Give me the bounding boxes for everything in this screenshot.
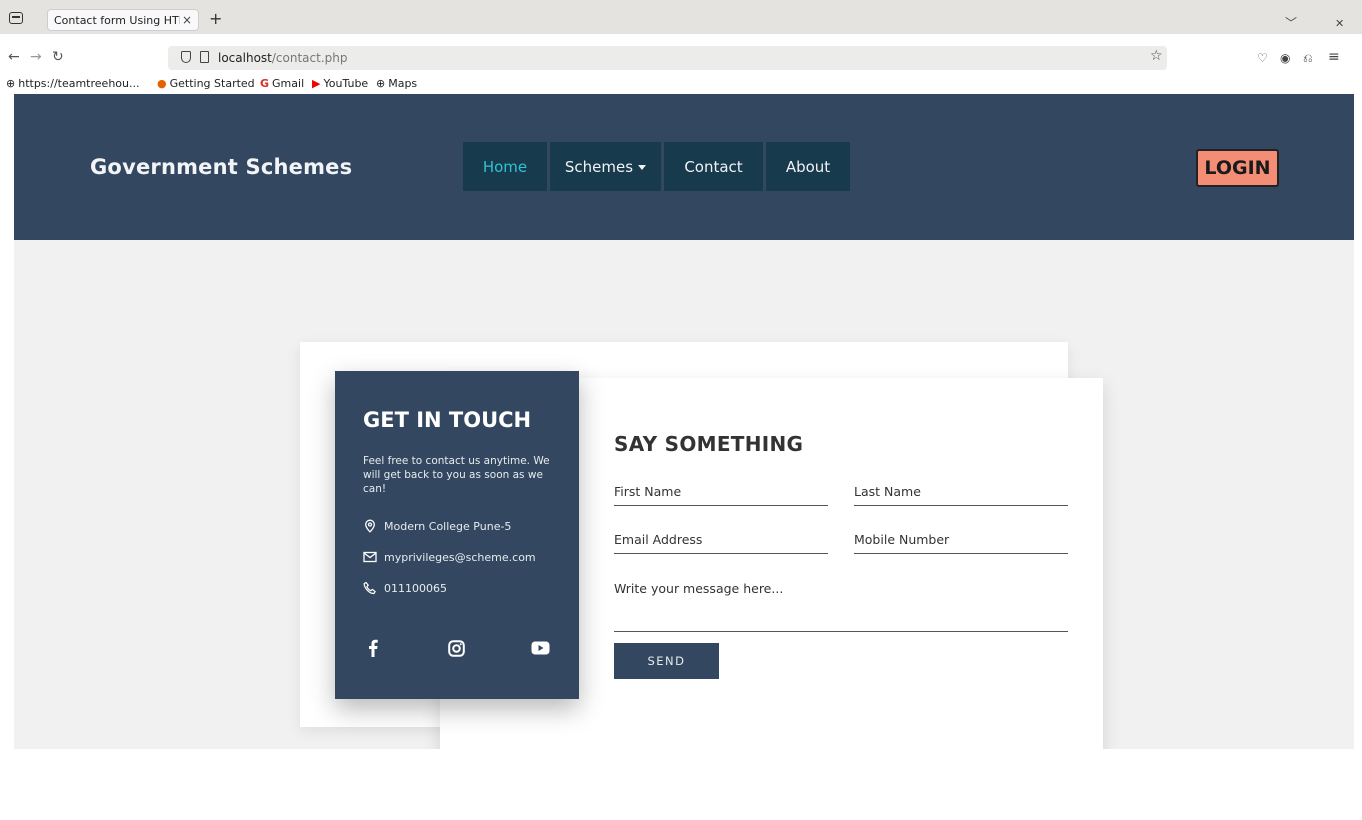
mail-icon [363, 550, 377, 564]
info-title: GET IN TOUCH [363, 408, 532, 432]
email-field[interactable]: Email Address [614, 530, 828, 554]
tab-title: Contact form Using HTML [54, 14, 180, 27]
extensions-icon[interactable]: ⎌ [1303, 51, 1313, 66]
bookmark-item[interactable]: ⊕ Maps [376, 77, 417, 90]
bookmarks-bar: ⊕ https://teamtreehou... ● Getting Started… [0, 74, 1362, 94]
login-button[interactable]: LOGIN [1196, 149, 1279, 187]
email-row: myprivileges@scheme.com [363, 550, 536, 564]
contact-info-card: GET IN TOUCH Feel free to contact us any… [335, 371, 579, 699]
bookmark-star-icon[interactable]: ☆ [1150, 48, 1163, 64]
window-close-icon[interactable]: ✕ [1335, 17, 1344, 30]
page-icon [200, 51, 209, 63]
page-viewport: Government Schemes Home Schemes Contact … [14, 94, 1354, 749]
facebook-icon[interactable] [363, 638, 383, 658]
globe-icon: ⊕ [6, 77, 16, 90]
phone-row: 011100065 [363, 581, 447, 595]
back-icon[interactable]: ← [8, 49, 20, 65]
message-placeholder: Write your message here... [614, 581, 784, 596]
youtube-icon[interactable] [530, 638, 550, 658]
address-text: Modern College Pune-5 [384, 519, 512, 533]
address-row: Modern College Pune-5 [363, 519, 511, 533]
first-name-field[interactable]: First Name [614, 482, 828, 506]
firefox-icon: ● [157, 77, 167, 90]
google-icon: G [260, 77, 270, 90]
phone-text[interactable]: 011100065 [384, 582, 447, 595]
shield-icon[interactable] [181, 51, 191, 63]
new-tab-button[interactable]: + [209, 11, 222, 27]
bookmark-item[interactable]: ▶ YouTube [312, 77, 368, 90]
browser-tab-bar: Contact form Using HTML × + ﹀ ✕ [0, 0, 1362, 34]
nav-schemes-label: Schemes [564, 157, 634, 176]
url-text[interactable]: localhost/contact.php [218, 51, 347, 65]
bookmark-item[interactable]: ⊕ https://teamtreehou... [6, 77, 139, 90]
location-pin-icon [363, 519, 377, 533]
nav-contact-label: Contact [684, 157, 743, 176]
first-name-placeholder: First Name [614, 484, 682, 499]
bookmark-item[interactable]: G Gmail [260, 77, 304, 90]
nav-home[interactable]: Home [463, 142, 547, 191]
site-brand[interactable]: Government Schemes [90, 155, 352, 179]
account-icon[interactable]: ◉ [1280, 51, 1290, 65]
mobile-field[interactable]: Mobile Number [854, 530, 1068, 554]
nav-home-label: Home [482, 157, 528, 176]
instagram-icon[interactable] [446, 638, 466, 658]
email-text[interactable]: myprivileges@scheme.com [384, 551, 536, 564]
reload-icon[interactable]: ↻ [52, 49, 64, 65]
email-placeholder: Email Address [614, 532, 703, 547]
nav-about-label: About [785, 157, 831, 176]
bookmark-item[interactable]: ● Getting Started [157, 77, 255, 90]
youtube-icon: ▶ [312, 77, 321, 90]
message-textarea[interactable]: Write your message here... [614, 577, 1068, 632]
nav-about[interactable]: About [766, 142, 850, 191]
tab-list-icon[interactable] [9, 12, 23, 24]
chevron-down-icon[interactable]: ﹀ [1285, 14, 1297, 31]
nav-contact[interactable]: Contact [664, 142, 763, 191]
site-header: Government Schemes Home Schemes Contact … [14, 94, 1354, 240]
phone-icon [363, 581, 377, 595]
info-description: Feel free to contact us anytime. We will… [363, 455, 550, 495]
last-name-field[interactable]: Last Name [854, 482, 1068, 506]
caret-down-icon [638, 165, 647, 170]
send-button[interactable]: SEND [614, 643, 719, 679]
form-title: SAY SOMETHING [614, 432, 804, 456]
nav-schemes[interactable]: Schemes [550, 142, 661, 191]
last-name-placeholder: Last Name [854, 484, 921, 499]
menu-icon[interactable]: ≡ [1328, 49, 1340, 65]
pocket-icon[interactable]: ♡ [1257, 51, 1268, 65]
tab-close-icon[interactable]: × [182, 13, 192, 27]
mobile-placeholder: Mobile Number [854, 532, 950, 547]
browser-tab[interactable]: Contact form Using HTML × [47, 9, 199, 31]
globe-icon: ⊕ [376, 77, 386, 90]
forward-icon[interactable]: → [30, 49, 42, 65]
